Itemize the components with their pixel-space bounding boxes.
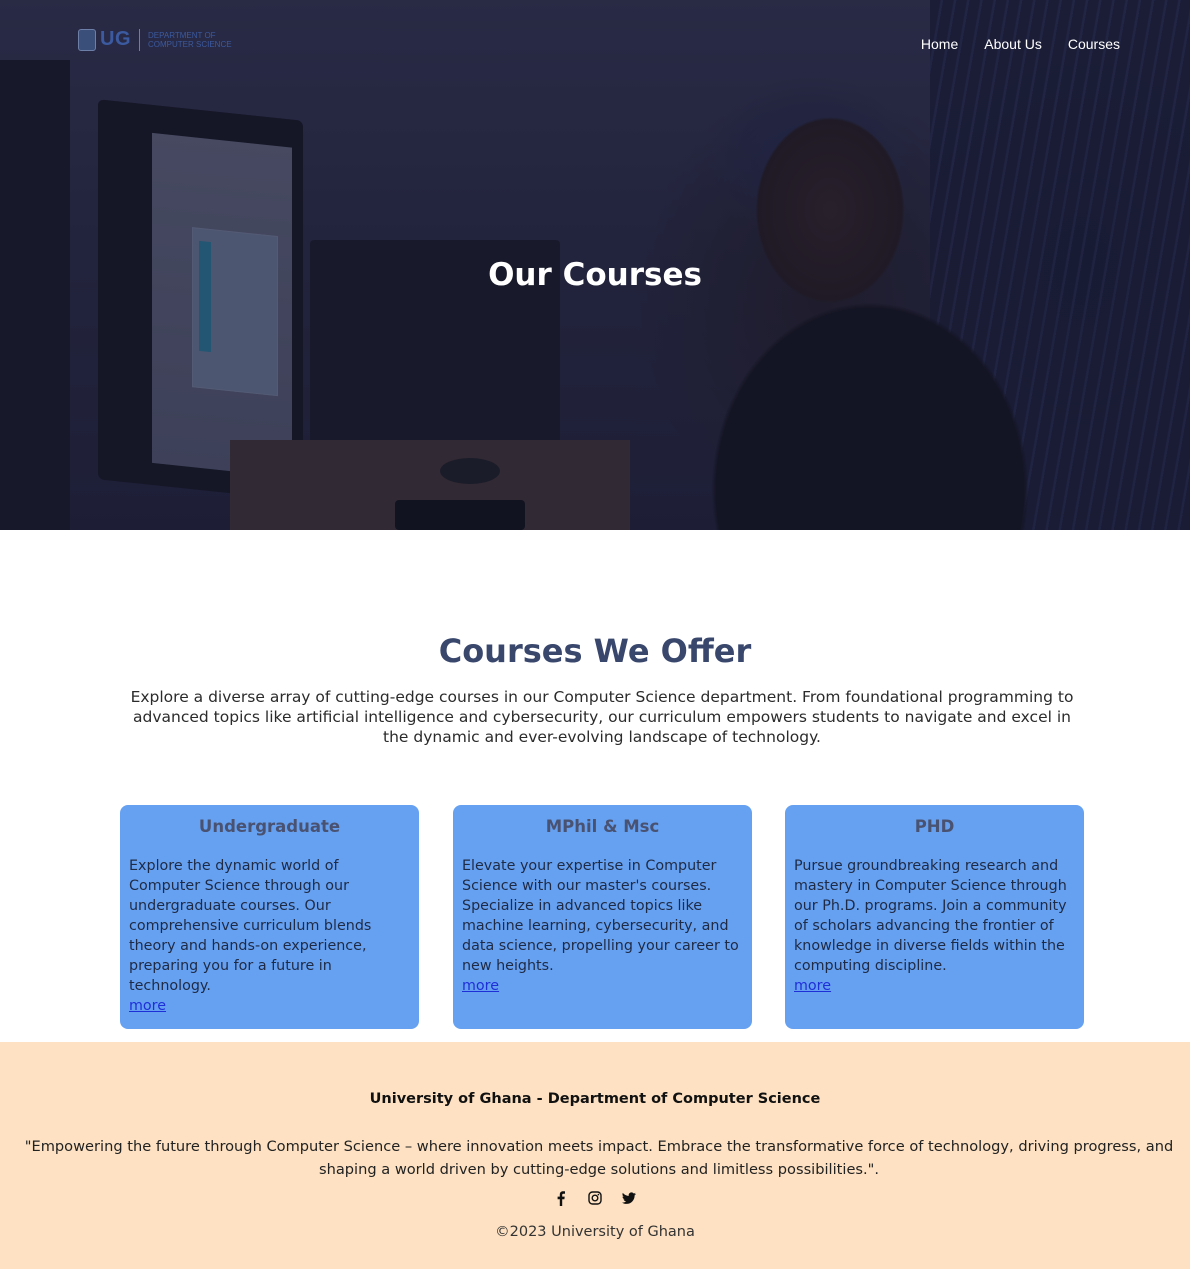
footer-org-name: University of Ghana - Department of Comp… [369, 1091, 821, 1107]
nav-courses[interactable]: Courses [1068, 36, 1120, 52]
course-card-more-link[interactable]: more [462, 976, 743, 996]
nav-menu: Home About Us Courses [921, 34, 1120, 53]
crest-icon [78, 28, 96, 51]
course-card-text: Explore the dynamic world of Computer Sc… [129, 858, 372, 994]
footer-copyright: ©2023 University of Ghana [495, 1224, 695, 1240]
logo-text: UG [100, 28, 131, 50]
page-title: Our Courses [488, 257, 702, 293]
site-footer: University of Ghana - Department of Comp… [0, 1042, 1190, 1269]
courses-heading: Courses We Offer [438, 632, 752, 670]
nav-home[interactable]: Home [921, 36, 958, 52]
social-links [0, 1190, 1190, 1206]
top-navigation: UG Department of Computer Science Home A… [0, 0, 1190, 86]
courses-section: Courses We Offer Explore a diverse array… [0, 530, 1190, 1042]
course-card-title: Undergraduate [198, 817, 341, 836]
course-card-text: Elevate your expertise in Computer Scien… [462, 858, 739, 974]
course-card-mphil-msc: MPhil & Msc Elevate your expertise in Co… [453, 805, 752, 1029]
course-card-title: MPhil & Msc [545, 817, 660, 836]
course-cards: Undergraduate Explore the dynamic world … [120, 805, 1084, 1029]
course-card-more-link[interactable]: more [794, 976, 1075, 996]
hero-banner: UG Department of Computer Science Home A… [0, 0, 1190, 530]
twitter-icon[interactable] [622, 1190, 636, 1206]
logo-divider [139, 28, 140, 51]
instagram-icon[interactable] [588, 1190, 602, 1206]
facebook-icon[interactable] [554, 1190, 568, 1206]
course-card-more-link[interactable]: more [129, 996, 410, 1016]
courses-intro: Explore a diverse array of cutting-edge … [130, 688, 1074, 746]
course-card-undergraduate: Undergraduate Explore the dynamic world … [120, 805, 419, 1029]
logo-dept-text: Department of Computer Science [148, 30, 232, 49]
footer-quote: "Empowering the future through Computer … [24, 1138, 1174, 1178]
nav-about-us[interactable]: About Us [984, 36, 1042, 52]
course-card-phd: PHD Pursue groundbreaking research and m… [785, 805, 1084, 1029]
course-card-title: PHD [914, 817, 955, 836]
course-card-text: Pursue groundbreaking research and maste… [794, 858, 1067, 974]
site-logo[interactable]: UG Department of Computer Science [78, 28, 248, 51]
